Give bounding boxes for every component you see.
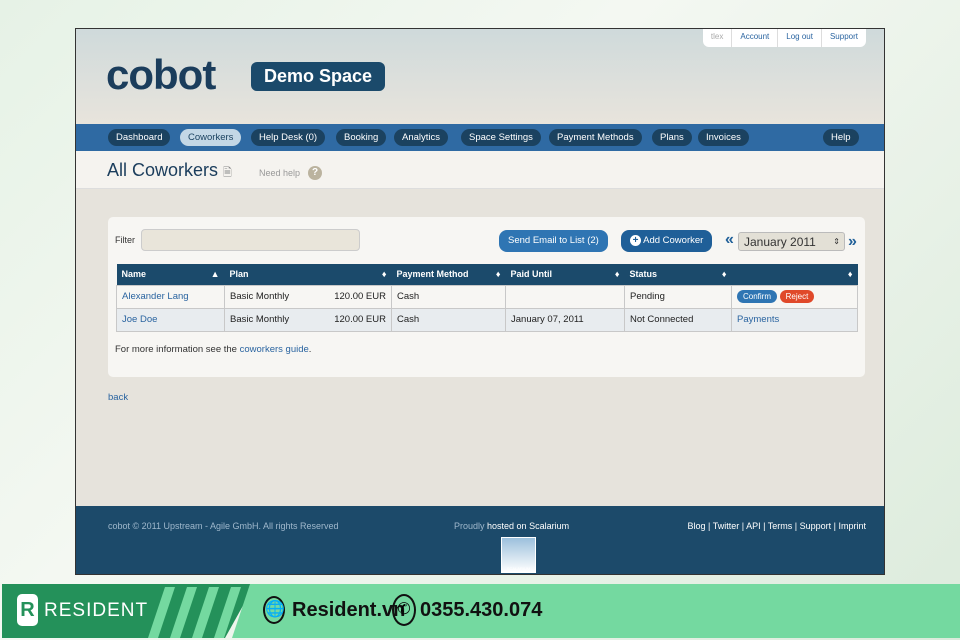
api-link[interactable]: API (746, 521, 761, 531)
nav-help-desk[interactable]: Help Desk (0) (251, 129, 326, 146)
column-plan[interactable]: Plan ♦ (224, 264, 392, 285)
table-header: Name ▲ Plan ♦ Payment Method ♦ Paid Until ♦ … (116, 264, 858, 285)
coworkers-guide-link[interactable]: coworkers guide (240, 344, 309, 355)
resident-banner: R RESIDENT 🌐 Resident.vn ✆ 0355.430.074 (0, 582, 960, 640)
header-label: Plan (229, 269, 249, 280)
status: Not Connected (624, 307, 732, 332)
column-actions[interactable]: ♦ (731, 264, 858, 285)
sort-icon: ♦ (495, 269, 501, 280)
header-label: Paid Until (510, 269, 553, 280)
prev-month-button[interactable]: « (725, 231, 734, 249)
support-link[interactable]: Support (820, 29, 866, 47)
status: Pending (624, 284, 732, 309)
browser-page: cobot Demo Space tlex Account Log out Su… (75, 28, 885, 575)
top-links: tlex Account Log out Support (702, 29, 866, 47)
header-label: Status (629, 269, 658, 280)
sort-icon: ♦ (721, 269, 727, 280)
nav-analytics[interactable]: Analytics (394, 129, 449, 146)
nav-coworkers[interactable]: Coworkers (180, 129, 242, 146)
brand-name: RESIDENT (44, 600, 149, 621)
sort-icon: ♦ (381, 269, 387, 280)
month-select[interactable]: January 2011 ⇕ (738, 232, 845, 251)
main-nav: Dashboard Coworkers Help Desk (0) Bookin… (76, 124, 884, 151)
info-text-end: . (308, 344, 312, 355)
plan: Basic Monthly (230, 314, 290, 325)
website: Resident.vn (292, 599, 406, 621)
sort-icon: ♦ (847, 269, 853, 280)
column-paid-until[interactable]: Paid Until ♦ (505, 264, 625, 285)
hosted-prefix: Proudly (454, 521, 485, 531)
export-icon[interactable]: 🗎 (223, 167, 232, 179)
header: cobot Demo Space tlex Account Log out Su… (76, 29, 884, 124)
add-coworker-label: Add Coworker (643, 235, 704, 246)
month-value: January 2011 (744, 235, 816, 249)
paid-until (505, 284, 625, 309)
footer: cobot © 2011 Upstream - Agile GmbH. All … (76, 506, 884, 574)
next-month-button[interactable]: » (848, 233, 857, 251)
header-label: Payment Method (396, 269, 469, 280)
cobot-logo[interactable]: cobot (106, 51, 216, 99)
payments-link[interactable]: Payments (737, 314, 779, 325)
nav-plans[interactable]: Plans (652, 129, 692, 146)
footer-links: Blog | Twitter | API | Terms | Support |… (687, 521, 867, 531)
blog-link[interactable]: Blog (688, 521, 706, 531)
plus-icon: + (630, 235, 641, 246)
nav-booking[interactable]: Booking (336, 129, 387, 146)
price: 120.00 EUR (334, 291, 386, 302)
table-row: Alexander Lang Basic Monthly 120.00 EUR C… (116, 284, 858, 309)
paid-until: January 07, 2011 (505, 307, 625, 332)
price: 120.00 EUR (334, 314, 386, 325)
sort-asc-icon: ▲ (210, 269, 220, 280)
plan: Basic Monthly (230, 291, 290, 302)
nav-help[interactable]: Help (823, 129, 859, 146)
phone-icon: ✆ (392, 594, 416, 626)
payment-method: Cash (391, 307, 506, 332)
page-title: All Coworkers 🗎 (107, 160, 232, 183)
resident-logo-icon: R (17, 594, 38, 626)
send-email-button[interactable]: Send Email to List (2) (499, 230, 608, 252)
column-payment-method[interactable]: Payment Method ♦ (391, 264, 506, 285)
hosted-text: Proudly hosted on Scalarium (454, 521, 569, 531)
sort-icon: ♦ (614, 269, 620, 280)
coworkers-table: Name ▲ Plan ♦ Payment Method ♦ Paid Until ♦ … (116, 264, 858, 332)
header-label: Name (121, 269, 147, 280)
account-link[interactable]: Account (731, 29, 777, 47)
username: tlex (710, 32, 724, 41)
help-icon[interactable]: ? (308, 166, 322, 180)
twitter-link[interactable]: Twitter (713, 521, 740, 531)
coworker-name-link[interactable]: Joe Doe (122, 314, 157, 325)
coworkers-panel: Filter Send Email to List (2) + Add Cowo… (108, 217, 865, 377)
support-link[interactable]: Support (800, 521, 832, 531)
page-title-text: All Coworkers (107, 160, 219, 180)
column-status[interactable]: Status ♦ (624, 264, 732, 285)
imprint-link[interactable]: Imprint (838, 521, 866, 531)
coworker-name-link[interactable]: Alexander Lang (122, 291, 189, 302)
confirm-button[interactable]: Confirm (737, 290, 778, 303)
add-coworker-button[interactable]: + Add Coworker (621, 230, 713, 252)
back-link[interactable]: back (108, 392, 128, 403)
payment-method: Cash (391, 284, 506, 309)
filter-label: Filter (115, 235, 135, 245)
space-name-badge: Demo Space (251, 62, 386, 91)
logout-link[interactable]: Log out (777, 29, 821, 47)
nav-invoices[interactable]: Invoices (698, 129, 749, 146)
filter-input[interactable] (141, 229, 360, 251)
scalarium-badge[interactable]: SCALARIUM (501, 537, 536, 573)
nav-payment-methods[interactable]: Payment Methods (549, 129, 642, 146)
table-row: Joe Doe Basic Monthly 120.00 EUR Cash Jan… (116, 307, 858, 332)
copyright: cobot © 2011 Upstream - Agile GmbH. All … (108, 521, 339, 531)
info-text-body: For more information see the (115, 344, 240, 355)
info-text: For more information see the coworkers g… (115, 344, 311, 355)
terms-link[interactable]: Terms (768, 521, 793, 531)
chevron-updown-icon: ⇕ (833, 237, 840, 246)
nav-space-settings[interactable]: Space Settings (461, 129, 541, 146)
title-bar: All Coworkers 🗎 Need help ? (76, 151, 884, 189)
phone-number: 0355.430.074 (420, 599, 543, 621)
hosted-link[interactable]: hosted on Scalarium (487, 521, 569, 531)
need-help-link[interactable]: Need help (259, 168, 300, 178)
nav-dashboard[interactable]: Dashboard (108, 129, 171, 146)
reject-button[interactable]: Reject (779, 290, 815, 303)
globe-icon: 🌐 (263, 596, 285, 624)
column-name[interactable]: Name ▲ (116, 264, 225, 285)
